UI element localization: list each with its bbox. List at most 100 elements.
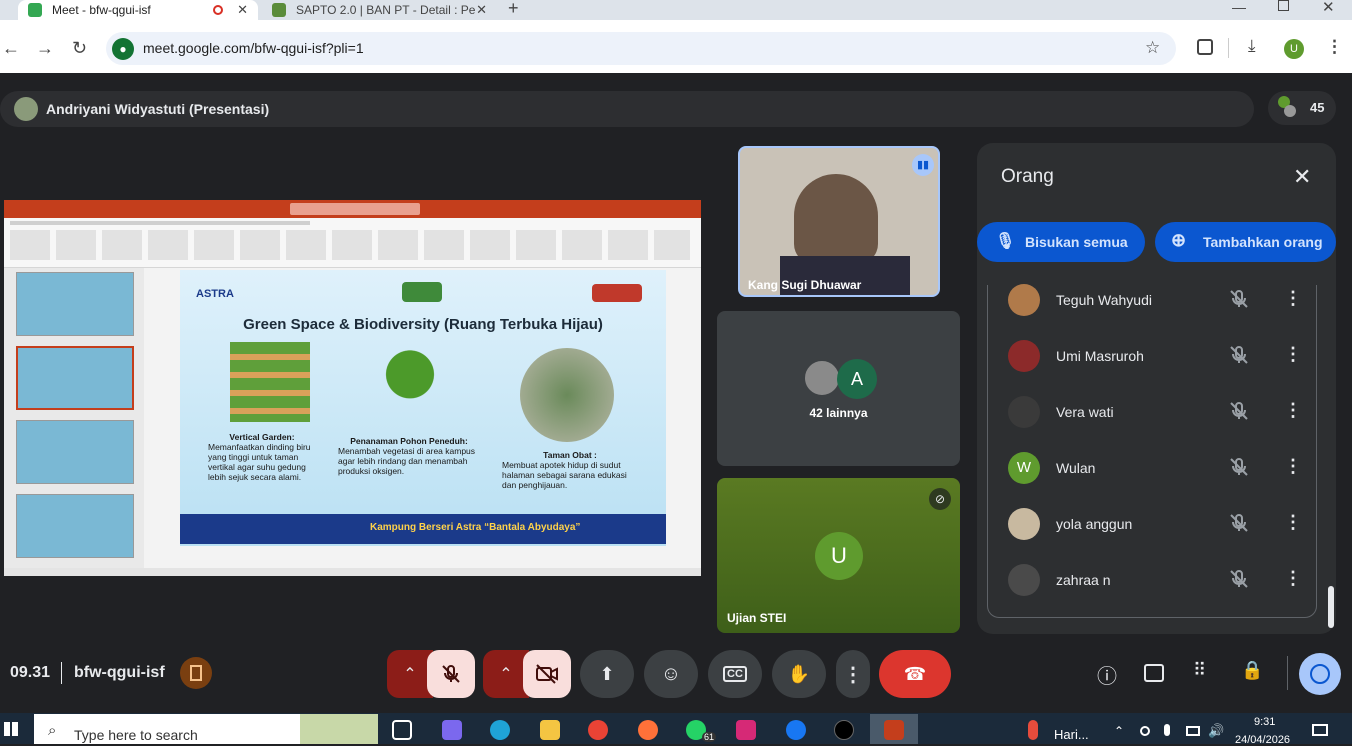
- person-name: Wulan: [1056, 460, 1096, 476]
- mic-off-icon: [1228, 344, 1250, 371]
- vertical-garden-image: [230, 342, 310, 422]
- mic-toggle-button[interactable]: [427, 650, 475, 698]
- back-icon[interactable]: ←: [2, 38, 20, 58]
- host-lock-icon[interactable]: 🔒: [1241, 660, 1263, 681]
- others-initial-avatar: A: [837, 359, 877, 399]
- video-tile-others[interactable]: A 42 lainnya: [717, 311, 960, 466]
- tray-chevron-icon[interactable]: ⌃: [1114, 724, 1124, 738]
- url-text[interactable]: meet.google.com/bfw-qgui-isf?pli=1: [143, 40, 364, 56]
- tiktok-icon[interactable]: [834, 720, 854, 740]
- astra-logo: ASTRA: [196, 288, 234, 300]
- camera-off-icon: [536, 664, 558, 684]
- video-tile-ujian[interactable]: ⊘ U Ujian STEI: [717, 478, 960, 633]
- task-view-icon[interactable]: [392, 720, 412, 740]
- tile-name: Ujian STEI: [727, 611, 787, 625]
- present-button[interactable]: ⬆: [580, 650, 634, 698]
- host-shield-shape: [190, 665, 202, 681]
- close-panel-icon[interactable]: ✕: [1293, 164, 1311, 190]
- windows-start-icon[interactable]: [4, 722, 18, 736]
- mute-all-button[interactable]: 🎙 Bisukan semua: [977, 222, 1145, 262]
- scrollbar-thumb[interactable]: [1328, 586, 1334, 628]
- close-tab-icon[interactable]: ✕: [237, 2, 248, 18]
- more-options-icon[interactable]: ⋮: [1284, 456, 1302, 477]
- toolbar-divider: [1228, 38, 1229, 58]
- person-avatar: W: [1008, 452, 1040, 484]
- add-people-button[interactable]: ⊕ Tambahkan orang: [1155, 222, 1336, 262]
- more-options-icon[interactable]: ⋮: [1284, 288, 1302, 309]
- powerpoint-icon[interactable]: [884, 720, 904, 740]
- clock-date[interactable]: 24/04/2026: [1235, 734, 1290, 746]
- vertical-garden-text: Vertical Garden: Memanfaatkan dinding bi…: [208, 432, 316, 482]
- edge-icon[interactable]: [490, 720, 510, 740]
- people-count-button[interactable]: [1268, 91, 1336, 125]
- list-item[interactable]: Vera wati ⋮: [1008, 396, 1308, 432]
- notification-icon[interactable]: [1312, 724, 1328, 736]
- chrome-icon[interactable]: [588, 720, 608, 740]
- list-item[interactable]: zahraa n ⋮: [1008, 564, 1308, 600]
- reactions-button[interactable]: ☺: [644, 650, 698, 698]
- person-avatar: [1008, 508, 1040, 540]
- new-tab-icon[interactable]: +: [508, 0, 519, 17]
- list-item[interactable]: W Wulan ⋮: [1008, 452, 1308, 488]
- network-icon[interactable]: [1186, 726, 1200, 736]
- weather-text[interactable]: Hari...: [1054, 727, 1089, 742]
- forward-icon[interactable]: →: [36, 38, 54, 58]
- more-options-icon[interactable]: ⋮: [1284, 568, 1302, 589]
- list-item[interactable]: Teguh Wahyudi ⋮: [1008, 284, 1308, 320]
- leave-call-button[interactable]: ☎: [879, 650, 951, 698]
- volume-icon[interactable]: 🔊: [1208, 723, 1224, 739]
- host-controls-icon[interactable]: [180, 657, 212, 689]
- more-options-icon[interactable]: ⋮: [1284, 400, 1302, 421]
- more-options-icon[interactable]: ⋮: [1284, 512, 1302, 533]
- more-options-button[interactable]: ⋮: [836, 650, 870, 698]
- whatsapp-badge: 61: [702, 732, 717, 742]
- download-icon[interactable]: ⤓: [1248, 36, 1256, 56]
- copilot-icon[interactable]: [442, 720, 462, 740]
- profile-avatar[interactable]: U: [1284, 39, 1304, 59]
- present-screen-icon: ⬆: [599, 663, 615, 684]
- instagram-icon[interactable]: [736, 720, 756, 740]
- microphone-icon[interactable]: [1164, 724, 1170, 736]
- reload-icon[interactable]: ↻: [72, 38, 87, 58]
- facebook-icon[interactable]: [786, 720, 806, 740]
- meeting-info-icon[interactable]: ⓘ: [1097, 660, 1117, 689]
- bookmark-star-icon[interactable]: ☆: [1145, 38, 1160, 58]
- extensions-icon[interactable]: [1197, 39, 1213, 55]
- powerpoint-statusbar: [4, 568, 701, 576]
- ujian-avatar: U: [815, 532, 863, 580]
- others-count-label: 42 lainnya: [809, 406, 868, 420]
- file-explorer-icon[interactable]: [540, 720, 560, 740]
- close-tab-icon[interactable]: ✕: [476, 2, 487, 18]
- more-vert-icon: ⋮: [843, 663, 863, 686]
- tray-meet-icon[interactable]: [1140, 726, 1150, 736]
- list-item[interactable]: yola anggun ⋮: [1008, 508, 1308, 544]
- close-window-icon[interactable]: ✕: [1322, 0, 1335, 16]
- list-item[interactable]: Umi Masruroh ⋮: [1008, 340, 1308, 376]
- participant-count: 45: [1310, 100, 1325, 115]
- more-options-icon[interactable]: ⋮: [1284, 344, 1302, 365]
- captions-button[interactable]: CC: [708, 650, 762, 698]
- search-placeholder[interactable]: Type here to search: [74, 727, 198, 743]
- site-info-icon[interactable]: ●: [112, 38, 134, 60]
- person-avatar: [1008, 284, 1040, 316]
- timer-button[interactable]: [1299, 653, 1341, 695]
- mic-off-icon: [1228, 456, 1250, 483]
- tab-meet[interactable]: Meet - bfw-qgui-isf ✕: [18, 0, 258, 20]
- emoji-icon: ☺: [660, 662, 682, 685]
- camera-toggle-button[interactable]: [523, 650, 571, 698]
- minimize-icon[interactable]: —: [1232, 0, 1246, 14]
- chat-icon[interactable]: [1144, 664, 1164, 682]
- activities-icon[interactable]: ⠿: [1193, 660, 1206, 681]
- restore-icon[interactable]: [1278, 0, 1289, 11]
- firefox-icon[interactable]: [638, 720, 658, 740]
- person-name: Umi Masruroh: [1056, 348, 1144, 364]
- browser-menu-icon[interactable]: ⋮: [1326, 37, 1343, 57]
- mic-off-icon: [1228, 568, 1250, 595]
- panel-title: Orang: [1001, 166, 1054, 187]
- meeting-code[interactable]: bfw-qgui-isf: [74, 664, 165, 682]
- raise-hand-button[interactable]: ✋: [772, 650, 826, 698]
- meeting-time: 09.31: [10, 664, 51, 681]
- video-tile-speaker[interactable]: ▮▮ Kang Sugi Dhuawar: [738, 146, 940, 297]
- tab-sapto[interactable]: SAPTO 2.0 | BAN PT - Detail : Pe ✕: [262, 0, 497, 20]
- clock-time[interactable]: 9:31: [1254, 716, 1275, 728]
